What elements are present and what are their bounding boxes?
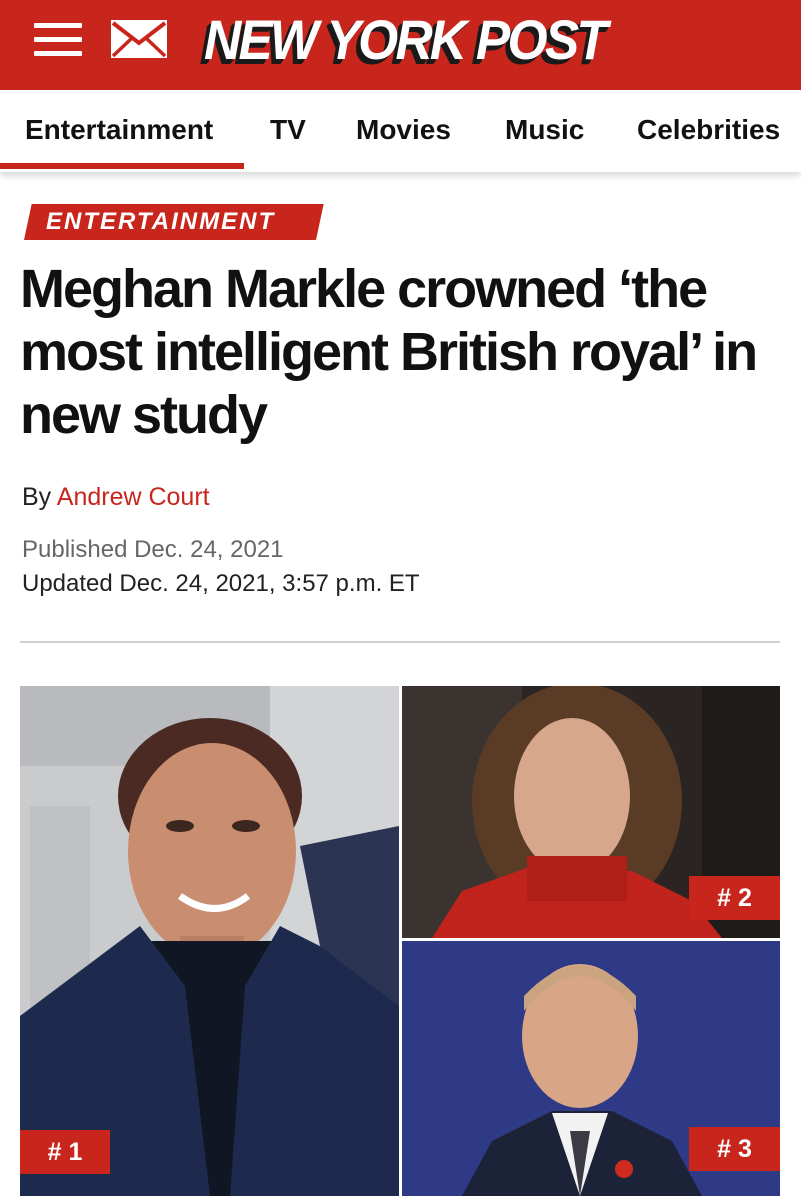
byline: By Andrew Court <box>22 483 210 512</box>
byline-prefix: By <box>22 483 52 511</box>
site-header: NEW YORK POST <box>0 0 801 90</box>
published-date: Published Dec. 24, 2021 <box>22 536 284 563</box>
photo-image-1 <box>20 686 399 1196</box>
nav-item-movies[interactable]: Movies <box>356 114 451 146</box>
rank-badge-1: # 1 <box>20 1130 110 1174</box>
nav-item-celebrities[interactable]: Celebrities <box>637 114 780 146</box>
rank-badge-2: # 2 <box>689 876 780 920</box>
updated-date: Updated Dec. 24, 2021, 3:57 p.m. ET <box>22 570 420 597</box>
photo-rank-1[interactable]: # 1 <box>20 686 399 1196</box>
divider <box>20 641 780 643</box>
site-logo[interactable]: NEW YORK POST <box>192 4 612 80</box>
nav-item-entertainment[interactable]: Entertainment <box>25 114 213 146</box>
section-kicker[interactable]: ENTERTAINMENT <box>24 204 324 240</box>
envelope-icon[interactable] <box>110 19 168 59</box>
nav-item-music[interactable]: Music <box>505 114 584 146</box>
photo-rank-2[interactable]: # 2 <box>402 686 780 938</box>
hamburger-menu-icon[interactable] <box>34 20 82 60</box>
active-nav-indicator <box>0 163 244 169</box>
section-nav: Entertainment TV Movies Music Celebritie… <box>0 90 801 172</box>
nav-item-tv[interactable]: TV <box>270 114 306 146</box>
kicker-label: ENTERTAINMENT <box>46 208 276 235</box>
rank-badge-3: # 3 <box>689 1127 780 1171</box>
author-link[interactable]: Andrew Court <box>57 483 210 511</box>
article-headline: Meghan Markle crowned ‘the most intellig… <box>20 259 758 445</box>
logo-text: NEW YORK POST <box>204 8 608 71</box>
photo-rank-3[interactable]: # 3 <box>402 941 780 1196</box>
